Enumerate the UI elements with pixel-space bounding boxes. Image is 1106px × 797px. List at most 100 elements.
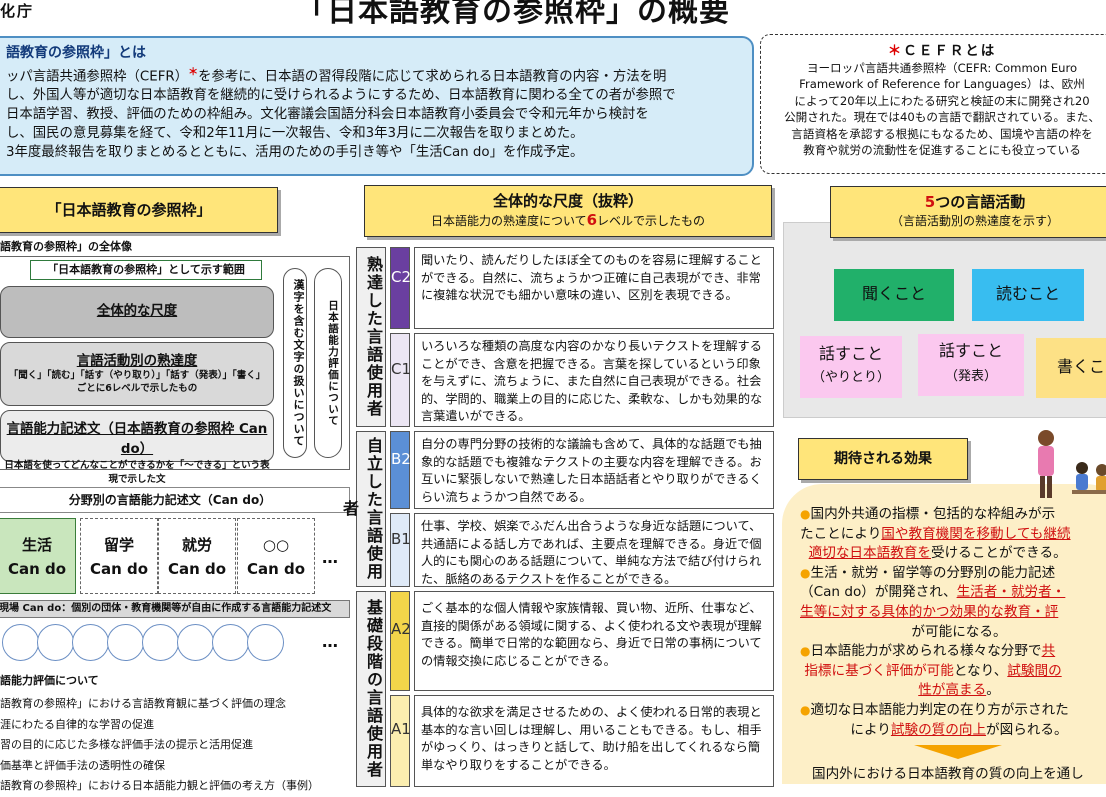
effect-text: （Can do）が開発され、 <box>800 584 957 601</box>
cefr-line: 公開された。現在では40もの言語で翻訳されている。また、 <box>784 110 1100 124</box>
level-count: 6 <box>586 211 598 229</box>
cefr-line: 言語資格を承認する根拠にもなるため、国境や言語の枠を <box>791 126 1093 141</box>
cefr-line: Framework of Reference for Languages）は、欧… <box>799 77 1085 91</box>
local-can-do-circle <box>107 624 144 661</box>
level-a1: A1 <box>390 695 411 787</box>
box-subtitle: 「聞く」「読む」「話す（やり取り）」「話す（発表）」「書く」 <box>8 370 266 381</box>
activity-sublabel: （やりとり） <box>811 370 890 385</box>
domain-name: 就労 <box>181 536 212 554</box>
intro-text: を参考に、日本語の習得段階に応じて求められる日本語教育の内容・方法を明 <box>198 69 667 85</box>
global-scale-header: 全体的な尺度（抜粋） 日本語能力の熟達度について6レベルで示したもの <box>364 185 772 237</box>
domain-can-do-label: Can do <box>246 560 306 578</box>
local-can-do-circle <box>142 624 179 661</box>
header-title: 5つの言語活動 <box>831 193 1106 212</box>
local-can-do-circle <box>37 624 74 661</box>
activity-writing: 書くこ <box>1036 338 1106 398</box>
can-do-descriptor-box: 言語能力記述文（日本語教育の参照枠 Can do） 日本語を使ってどんなことがで… <box>0 410 274 485</box>
level-b1: B1 <box>390 513 411 587</box>
activity-reading: 読むこと <box>972 269 1084 321</box>
intro-line: 日本語学習、教授、評価のための枠組み。文化審議会国語分科会日本語教育小委員会で令… <box>6 107 649 123</box>
level-b2: B2 <box>390 431 411 509</box>
bullet-icon: ● <box>800 702 811 717</box>
bullet-icon: ● <box>800 565 811 580</box>
effect-item: ●国内外共通の指標・包括的な枠組みが示 たことにより国や教育機関を移動しても継続 … <box>800 505 1106 564</box>
activity-sublabel: （発表） <box>944 369 997 384</box>
effects-footer: 国内外における日本語教育の質の向上を通し <box>812 766 1084 782</box>
expected-effects-header: 期待される効果 <box>798 438 968 480</box>
intro-line: ッパ言語共通参照枠（CEFR）＊を参考に、日本語の習得段階に応じて求められる日本… <box>6 63 752 86</box>
effect-text: たことにより <box>800 525 882 542</box>
activity-listening: 聞くこと <box>834 269 954 321</box>
global-scale-box: 全体的な尺度 <box>0 286 274 338</box>
overview-caption: 語教育の参照枠」の全体像 <box>0 240 132 253</box>
local-can-do-bar: 現場 Can do：個別の団体・教育機関等が自由に作成する言語能力記述文 <box>0 600 350 618</box>
domain-other-can-do: ○○ Can do <box>237 518 315 594</box>
more-domains-ellipsis: … <box>322 548 338 567</box>
reference-framework-header: 「日本語教育の参照枠」 <box>0 187 278 233</box>
effect-text: 生活・就労・留学等の分野別の能力記述 <box>810 564 1056 581</box>
effect-text: により <box>850 721 891 738</box>
evaluation-item: 語教育の参照枠」における言語教育観に基づく評価の理念 <box>0 697 286 710</box>
effect-item: ●適切な日本語能力判定の在り方が示された により試験の質の向上が図られる。 <box>800 701 1106 740</box>
cefr-title-text: ＣＥＦＲとは <box>903 43 997 59</box>
effect-text: 適切な日本語能力判定の在り方が示された <box>810 701 1069 718</box>
bullet-icon: ● <box>800 507 811 521</box>
header-subtitle: 日本語能力の熟達度について6レベルで示したもの <box>365 211 771 231</box>
effect-highlight: 共 <box>1041 643 1056 660</box>
activity-label: 話すこと <box>938 341 1003 360</box>
domain-study-can-do: 留学 Can do <box>80 518 158 594</box>
cefr-title: ＊ＣＥＦＲとは <box>769 43 1106 60</box>
effect-item: ●生活・就労・留学等の分野別の能力記述 （Can do）が開発され、生活者・就労者… <box>800 564 1106 642</box>
bullet-icon: ● <box>800 644 811 659</box>
effect-highlight: 指標に基づく評価が可能 <box>804 662 954 679</box>
activity-spoken-production: 話すこと （発表） <box>918 334 1024 396</box>
header-subtitle: （言語活動別の熟達度を示す） <box>890 214 1059 228</box>
cefr-line: によって20年以上にわたる研究と検証の末に開発され20 <box>794 93 1090 108</box>
activity-label: 話すこと <box>818 344 883 363</box>
level-c2: C2 <box>390 247 411 329</box>
page-title: 「日本語教育の参照枠」の概要 <box>296 0 730 29</box>
domain-life-can-do: 生活 Can do <box>0 518 76 594</box>
activity-proficiency-box: 言語活動別の熟達度 「聞く」「読む」「話す（やり取り）」「話す（発表）」「書く」… <box>0 342 274 406</box>
scope-label: 「日本語教育の参照枠」として示す範囲 <box>30 260 262 280</box>
domain-name: 生活 <box>21 536 52 554</box>
level-a1-description: 具体的な欲求を満足させるための、よく使われる日常的表現と基本的な言い回しは理解し… <box>414 695 774 787</box>
domain-name: 留学 <box>103 536 134 554</box>
effect-highlight: 試験の質の向上 <box>890 721 987 738</box>
intro-box: 語教育の参照枠」とは ッパ言語共通参照枠（CEFR）＊を参考に、日本語の習得段階… <box>0 36 754 176</box>
asterisk-mark: ＊ <box>188 67 199 78</box>
effect-item: ●日本語能力が求められる様々な分野で共 指標に基づく評価が可能となり、試験間の性… <box>800 642 1106 701</box>
down-arrow-icon <box>914 745 1002 759</box>
evaluation-item: 涯にわたる自律的な学習の促進 <box>0 717 154 731</box>
effect-text: となり、 <box>953 662 1008 679</box>
box-subtitle: ごとに6レベルで示したもの <box>76 383 198 394</box>
domain-can-do-label: Can do <box>7 560 67 578</box>
teacher-illustration <box>1038 430 1106 498</box>
evaluation-item: 価基準と評価手法の透明性の確保 <box>0 758 165 772</box>
intro-line: し、外国人等が適切な日本語教育を継続的に受けられるようにするため、日本語教育に関… <box>6 88 676 104</box>
effect-text: 日本語能力が求められる様々な分野で <box>810 643 1042 660</box>
header-title: 全体的な尺度（抜粋） <box>492 192 643 210</box>
box-subtitle: 日本語を使ってどんなことができるかを「～できる」という表現で示した文 <box>4 460 270 485</box>
level-a2: A2 <box>390 591 411 691</box>
local-can-do-circles <box>2 624 352 664</box>
domain-can-do-bar: 分野別の言語能力記述文（Can do） <box>0 487 350 513</box>
cefr-line: 教育や就労の流動性を促進することにも役立っている <box>803 143 1081 157</box>
box-title: 言語活動別の熟達度 <box>76 354 198 369</box>
level-b2-description: 自分の専門分野の技術的な議論も含めて、具体的な話題でも抽象的な話題でも複雑なテク… <box>414 431 774 509</box>
domain-can-do-label: Can do <box>167 560 227 578</box>
ability-evaluation-pill: 日本語能力評価について <box>314 268 342 458</box>
intro-heading: 語教育の参照枠」とは <box>6 45 146 61</box>
effect-highlight: 適切な日本語教育を <box>808 545 931 562</box>
local-can-do-circle <box>247 624 284 661</box>
effect-highlight: 試験間の <box>1007 662 1062 679</box>
kanji-handling-pill: 漢字を含む文字の扱いについて <box>283 268 307 458</box>
evaluation-item: 語教育の参照枠」における日本語能力観と評価の考え方（事例） <box>0 779 319 792</box>
header-title-text: つの言語活動 <box>935 193 1026 211</box>
activity-spoken-interaction: 話すこと （やりとり） <box>800 336 902 398</box>
local-can-do-circle <box>72 624 109 661</box>
subtitle-text: レベルで示したもの <box>597 214 706 228</box>
agency-name: 化庁 <box>0 2 35 20</box>
local-can-do-circle <box>2 624 39 661</box>
level-a2-description: ごく基本的な個人情報や家族情報、買い物、近所、仕事など、直接的関係がある領域に関… <box>414 591 774 691</box>
